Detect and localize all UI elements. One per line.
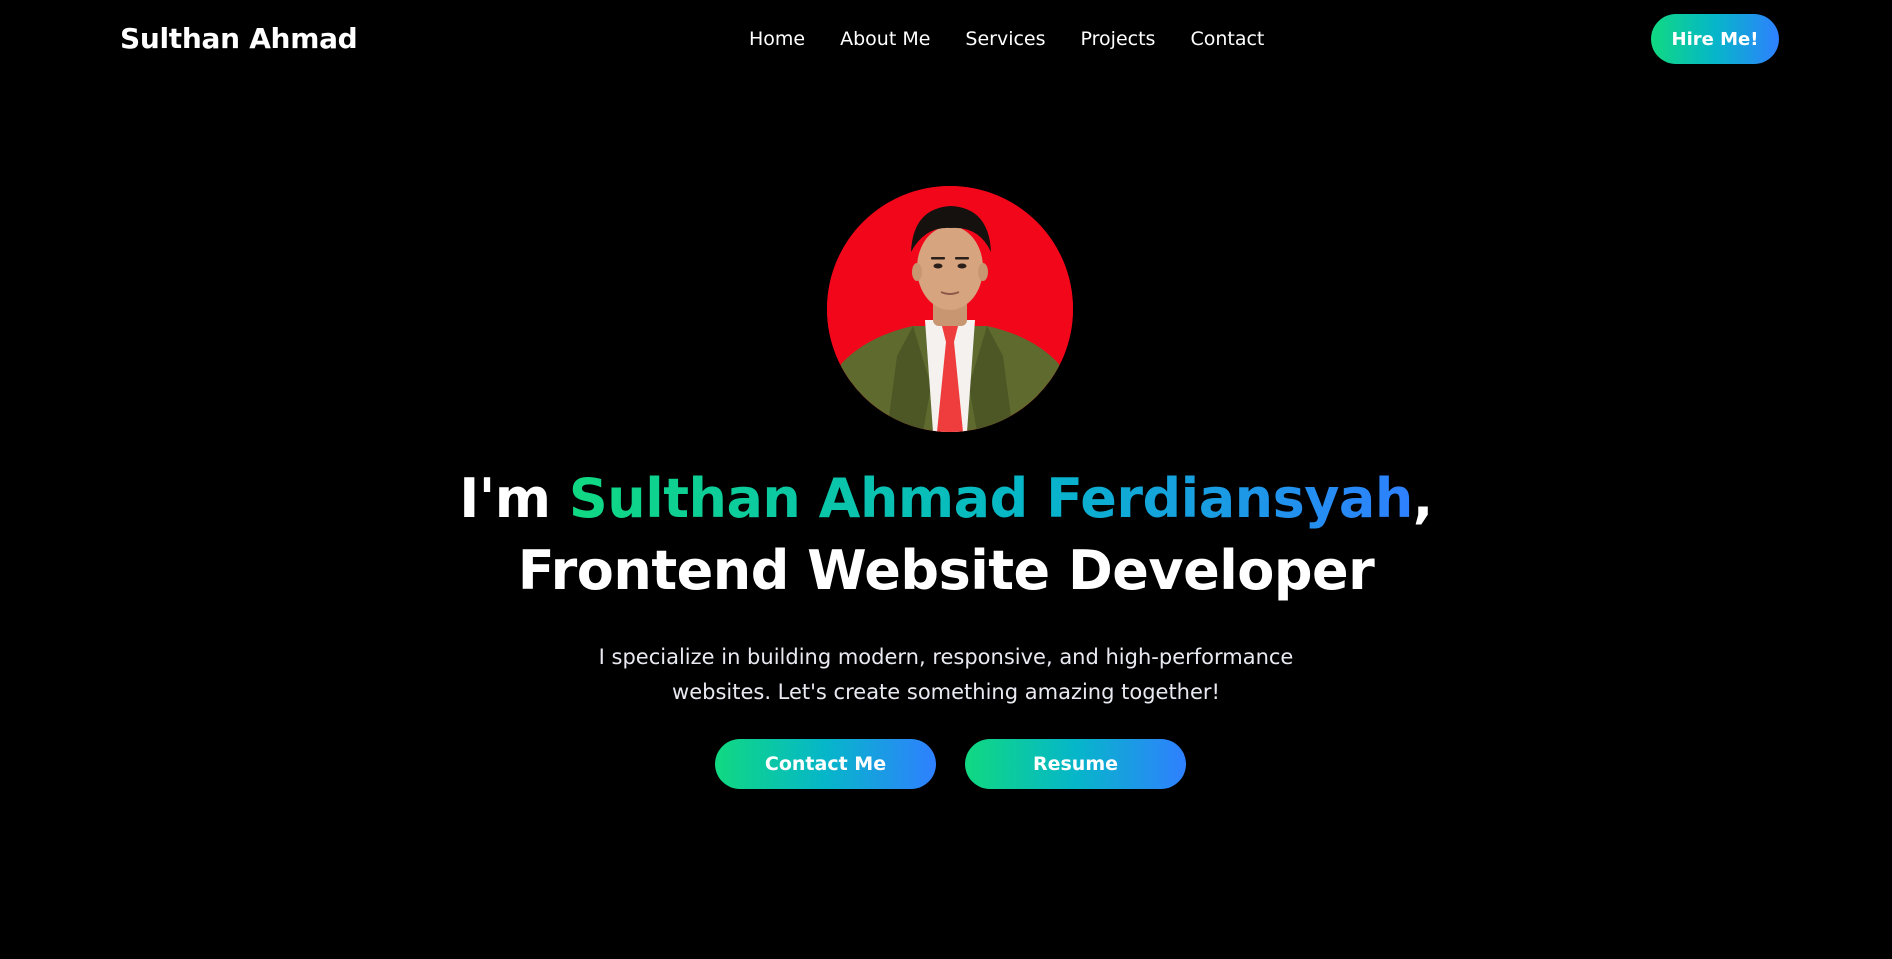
- profile-photo: [827, 186, 1073, 432]
- nav-link-contact[interactable]: Contact: [1190, 28, 1264, 50]
- headline-line-1: I'm Sulthan Ahmad Ferdiansyah,: [0, 463, 1892, 535]
- headline-name: Sulthan Ahmad Ferdiansyah: [568, 467, 1413, 530]
- contact-me-button[interactable]: Contact Me: [715, 739, 936, 789]
- headline-role: Frontend Website Developer: [517, 539, 1375, 602]
- hero-headline: I'm Sulthan Ahmad Ferdiansyah, Frontend …: [0, 463, 1892, 607]
- cta-buttons: Contact Me Resume: [715, 739, 1186, 789]
- nav-link-home[interactable]: Home: [749, 28, 805, 50]
- nav-link-projects[interactable]: Projects: [1081, 28, 1156, 50]
- nav-links: Home About Me Services Projects Contact: [749, 28, 1264, 50]
- navbar: Sulthan Ahmad Home About Me Services Pro…: [0, 0, 1892, 80]
- headline-prefix: I'm: [459, 467, 569, 530]
- nav-link-about-me[interactable]: About Me: [840, 28, 930, 50]
- brand-logo[interactable]: Sulthan Ahmad: [120, 22, 358, 55]
- nav-link-services[interactable]: Services: [965, 28, 1045, 50]
- hero-subtitle: I specialize in building modern, respons…: [598, 645, 1294, 704]
- resume-button[interactable]: Resume: [965, 739, 1186, 789]
- profile-avatar: [827, 186, 1073, 432]
- headline-suffix: ,: [1412, 467, 1434, 530]
- hire-me-button[interactable]: Hire Me!: [1651, 14, 1779, 64]
